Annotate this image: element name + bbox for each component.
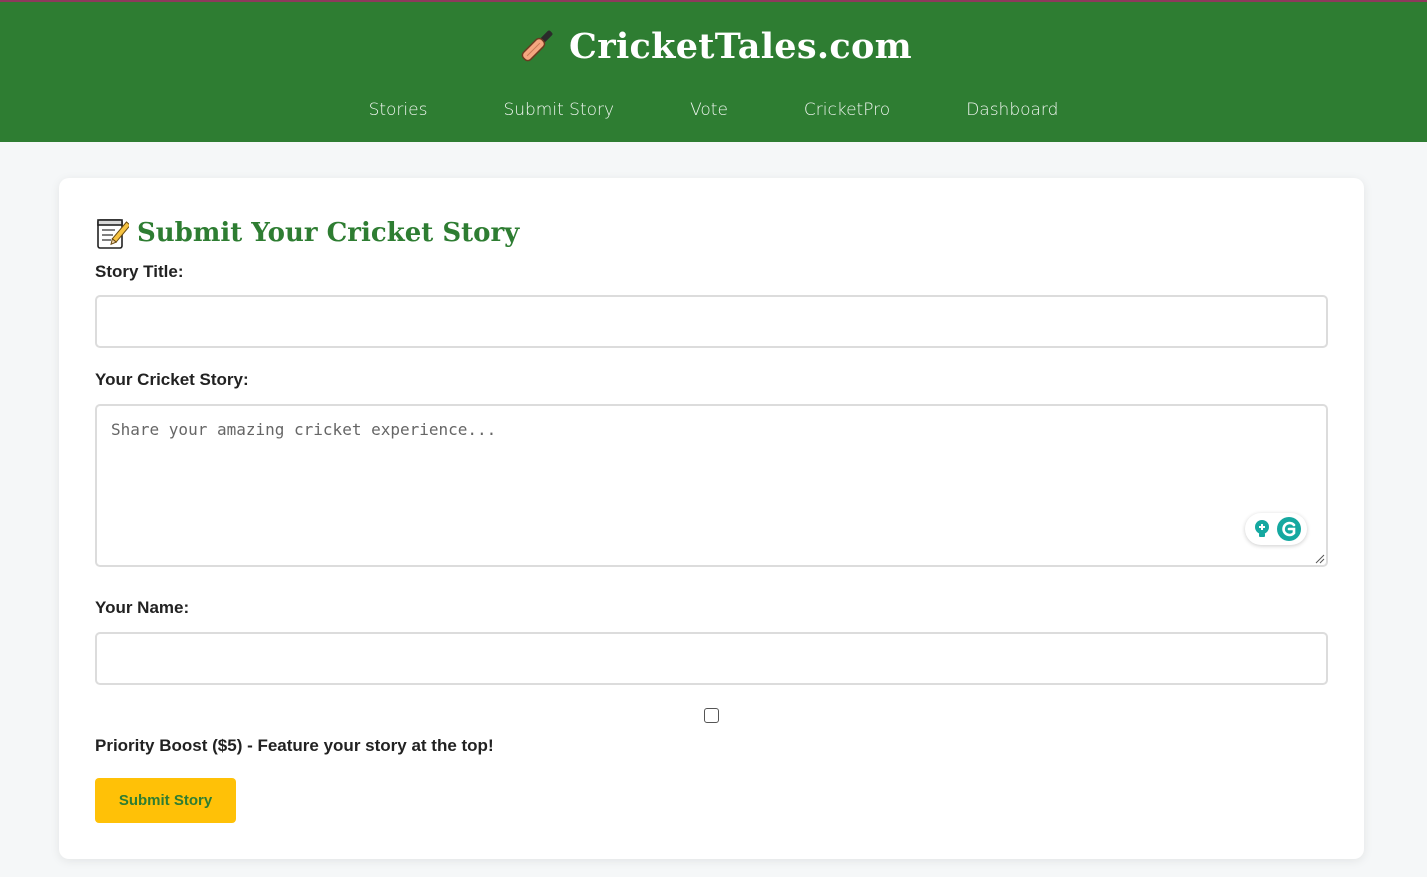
grammarly-icon[interactable] (1276, 516, 1302, 542)
memo-icon (97, 219, 129, 249)
lightbulb-icon[interactable] (1251, 518, 1273, 540)
story-title-label: Story Title: (95, 262, 184, 281)
name-input[interactable] (95, 632, 1328, 685)
nav-item-stories[interactable]: Stories (369, 100, 428, 120)
submit-story-card: Submit Your Cricket Story Story Title: Y… (59, 178, 1364, 859)
priority-boost-checkbox[interactable] (704, 708, 719, 723)
form-heading: Submit Your Cricket Story (95, 216, 519, 250)
story-label: Your Cricket Story: (95, 370, 249, 389)
nav-item-submit-story[interactable]: Submit Story (503, 100, 614, 120)
resize-handle-icon[interactable] (1315, 554, 1325, 564)
story-textarea[interactable] (95, 404, 1328, 567)
brand[interactable]: CricketTales.com (0, 24, 1427, 68)
grammarly-widget[interactable] (1245, 513, 1307, 545)
name-label: Your Name: (95, 598, 190, 617)
story-title-input[interactable] (95, 295, 1328, 348)
nav-item-dashboard[interactable]: Dashboard (966, 100, 1058, 120)
cricket-bat-icon (521, 30, 553, 62)
nav-item-cricketpro[interactable]: CricketPro (804, 100, 890, 120)
priority-boost-label: Priority Boost ($5) - Feature your story… (95, 736, 494, 755)
site-header: CricketTales.com Stories Submit Story Vo… (0, 2, 1427, 142)
main-nav: Stories Submit Story Vote CricketPro Das… (0, 100, 1427, 120)
submit-story-button[interactable]: Submit Story (95, 778, 236, 823)
form-title: Submit Your Cricket Story (137, 218, 520, 248)
site-name: CricketTales.com (569, 25, 912, 67)
nav-item-vote[interactable]: Vote (690, 100, 728, 120)
